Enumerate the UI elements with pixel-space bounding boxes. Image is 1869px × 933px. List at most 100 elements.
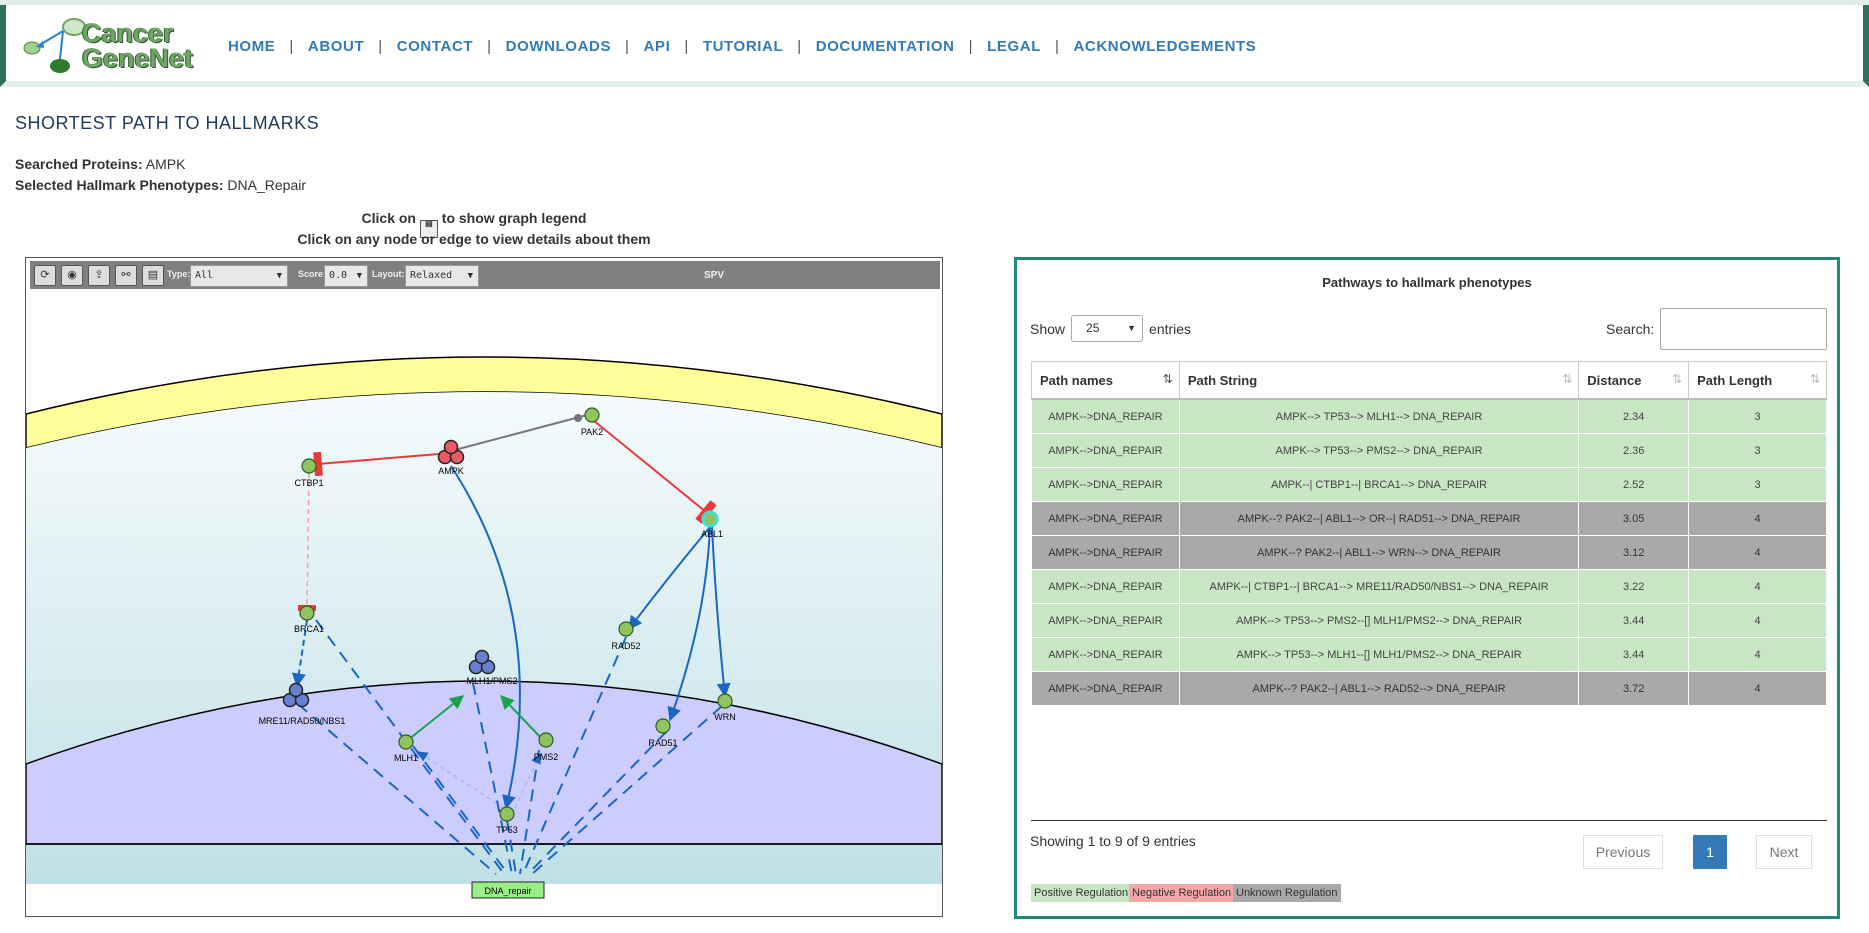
cell-distance: 3.12 xyxy=(1578,535,1690,570)
chevron-down-icon: ▼ xyxy=(467,271,473,281)
nav-api[interactable]: API xyxy=(644,38,671,55)
graph-panel[interactable]: ⟳ ◉ ⇪ ⚯ ▤ Type: All ▼ Score: 0.0 ▼ Layout:… xyxy=(25,257,943,917)
column-header-path-names[interactable]: Path names ⇅ xyxy=(1031,361,1180,400)
type-label: Type: xyxy=(167,269,191,279)
table-row[interactable]: AMPK-->DNA_REPAIR AMPK--? PAK2--| ABL1-->… xyxy=(1031,535,1827,570)
export-icon[interactable]: ⇪ xyxy=(88,265,110,286)
page-title: SHORTEST PATH TO HALLMARKS xyxy=(15,113,320,133)
type-select[interactable]: All ▼ xyxy=(190,265,288,287)
nav-separator: | xyxy=(1054,38,1060,55)
pathways-title: Pathways to hallmark phenotypes xyxy=(1322,275,1532,290)
cell-path-name: AMPK-->DNA_REPAIR xyxy=(1031,433,1180,468)
node-label: RAD51 xyxy=(648,738,677,748)
column-header-path-string[interactable]: Path String ⇅ xyxy=(1178,361,1580,400)
table-header-row: Path names ⇅ Path String ⇅ Distance ⇅ Path … xyxy=(1031,361,1827,400)
table-row[interactable]: AMPK-->DNA_REPAIR AMPK--> TP53--> PMS2--[… xyxy=(1031,603,1827,638)
nav-separator: | xyxy=(968,38,974,55)
cancer-genenet-logo[interactable]: Cancer GeneNet xyxy=(18,13,204,75)
pathways-panel: Pathways to hallmark phenotypes Show 25 ▼… xyxy=(1014,257,1840,919)
nav-separator: | xyxy=(289,38,294,55)
table-row[interactable]: AMPK-->DNA_REPAIR AMPK--| CTBP1--| BRCA1-… xyxy=(1031,569,1827,604)
show-label: Show xyxy=(1030,320,1066,337)
node-label: PAK2 xyxy=(581,427,603,437)
cell-path-string: AMPK--| CTBP1--| BRCA1--> MRE11/RAD50/NB… xyxy=(1178,569,1580,604)
table-row[interactable]: AMPK-->DNA_REPAIR AMPK--| CTBP1--| BRCA1-… xyxy=(1031,467,1827,502)
nav-contact[interactable]: CONTACT xyxy=(397,38,473,55)
layout-label: Layout: xyxy=(372,269,405,279)
next-button[interactable]: Next xyxy=(1756,835,1812,869)
nav-separator: | xyxy=(487,38,492,55)
page-1-button[interactable]: 1 xyxy=(1693,835,1727,869)
search-input[interactable] xyxy=(1660,308,1828,350)
cell-path-string: AMPK--> TP53--> MLH1--> DNA_REPAIR xyxy=(1178,398,1580,434)
chevron-down-icon: ▼ xyxy=(356,271,362,281)
table-search: Search: xyxy=(1606,308,1828,350)
chevron-down-icon: ▼ xyxy=(1127,323,1137,333)
node-hint: Click on any node or edge to view detail… xyxy=(297,231,651,247)
cell-distance: 3.05 xyxy=(1578,501,1690,536)
node-label: ABL1 xyxy=(701,529,723,539)
previous-button[interactable]: Previous xyxy=(1583,835,1663,869)
network-graph[interactable]: PAK2 CTBP1 AMPK ABL1 RAD52 BRCA1 MLH1/PM… xyxy=(26,290,942,916)
graph-toolbar: ⟳ ◉ ⇪ ⚯ ▤ Type: All ▼ Score: 0.0 ▼ Layout:… xyxy=(30,261,940,289)
table-divider xyxy=(1031,820,1827,821)
nav-downloads[interactable]: DOWNLOADS xyxy=(506,38,611,55)
sort-icon: ⇅ xyxy=(1562,372,1573,386)
nav-acknowledgements[interactable]: ACKNOWLEDGEMENTS xyxy=(1073,38,1256,55)
node-label: AMPK xyxy=(438,466,464,476)
nav-separator: | xyxy=(378,38,383,55)
legend-negative: Negative Regulation xyxy=(1129,884,1235,902)
cell-path-length: 4 xyxy=(1688,569,1827,604)
sort-asc-icon: ⇅ xyxy=(1162,372,1173,386)
page-length-select[interactable]: 25 ▼ xyxy=(1071,315,1144,342)
legend-positive: Positive Regulation xyxy=(1031,884,1132,902)
search-label: Search: xyxy=(1606,321,1655,337)
nav-documentation[interactable]: DOCUMENTATION xyxy=(816,38,955,55)
table-row[interactable]: AMPK-->DNA_REPAIR AMPK--? PAK2--| ABL1-->… xyxy=(1031,501,1827,536)
refresh-icon[interactable]: ⟳ xyxy=(34,265,56,286)
column-header-distance[interactable]: Distance ⇅ xyxy=(1578,361,1690,400)
node-label: MLH1/PMS2 xyxy=(466,676,517,686)
nav-tutorial[interactable]: TUTORIAL xyxy=(703,38,783,55)
node-label: MRE11/RAD50/NBS1 xyxy=(259,716,346,726)
node-label: CTBP1 xyxy=(294,478,323,488)
cell-distance: 2.36 xyxy=(1578,433,1690,468)
nav-separator: | xyxy=(625,38,630,55)
site-header: Cancer GeneNet HOME | ABOUT | CONTACT | DOW… xyxy=(0,5,1869,87)
cell-path-length: 3 xyxy=(1688,467,1827,502)
camera-icon[interactable]: ◉ xyxy=(61,265,83,286)
sort-icon: ⇅ xyxy=(1809,372,1820,386)
cell-path-length: 4 xyxy=(1688,671,1827,706)
network-icon[interactable]: ⚯ xyxy=(115,265,137,286)
table-row[interactable]: AMPK-->DNA_REPAIR AMPK--? PAK2--| ABL1-->… xyxy=(1031,671,1827,706)
type-select-value: All xyxy=(195,270,214,281)
cell-path-name: AMPK-->DNA_REPAIR xyxy=(1031,535,1180,570)
table-row[interactable]: AMPK-->DNA_REPAIR AMPK--> TP53--> MLH1--[… xyxy=(1031,637,1827,672)
nav-home[interactable]: HOME xyxy=(228,38,275,55)
nav-legal[interactable]: LEGAL xyxy=(987,38,1041,55)
table-row[interactable]: AMPK-->DNA_REPAIR AMPK--> TP53--> PMS2-->… xyxy=(1031,433,1827,468)
cell-path-name: AMPK-->DNA_REPAIR xyxy=(1031,671,1180,706)
cell-path-name: AMPK-->DNA_REPAIR xyxy=(1031,603,1180,638)
chevron-down-icon: ▼ xyxy=(276,271,282,281)
node-dna-repair[interactable]: DNA_repair xyxy=(471,881,545,899)
cell-distance: 3.44 xyxy=(1578,603,1690,638)
column-header-path-length[interactable]: Path Length ⇅ xyxy=(1688,361,1827,400)
layout-select[interactable]: Relaxed ▼ xyxy=(405,265,479,287)
selected-hallmarks-label: Selected Hallmark Phenotypes: xyxy=(15,177,224,193)
cell-path-string: AMPK--> TP53--> PMS2--[] MLH1/PMS2--> DN… xyxy=(1178,603,1580,638)
cell-path-string: AMPK--> TP53--> PMS2--> DNA_REPAIR xyxy=(1178,433,1580,468)
cell-path-length: 4 xyxy=(1688,501,1827,536)
score-label: Score: xyxy=(298,269,327,279)
node-label: TP53 xyxy=(496,825,518,835)
table-row[interactable]: AMPK-->DNA_REPAIR AMPK--> TP53--> MLH1-->… xyxy=(1031,398,1827,434)
column-header-label: Path String xyxy=(1187,372,1258,388)
cell-distance: 2.52 xyxy=(1578,467,1690,502)
nav-about[interactable]: ABOUT xyxy=(308,38,364,55)
score-select[interactable]: 0.0 ▼ xyxy=(324,265,368,287)
legend-hint-suffix: to show graph legend xyxy=(441,210,587,226)
cell-path-name: AMPK-->DNA_REPAIR xyxy=(1031,398,1180,434)
node-label: PMS2 xyxy=(534,752,559,762)
legend-toggle-icon[interactable]: ▤ xyxy=(142,265,164,286)
node-label: WRN xyxy=(714,712,736,722)
